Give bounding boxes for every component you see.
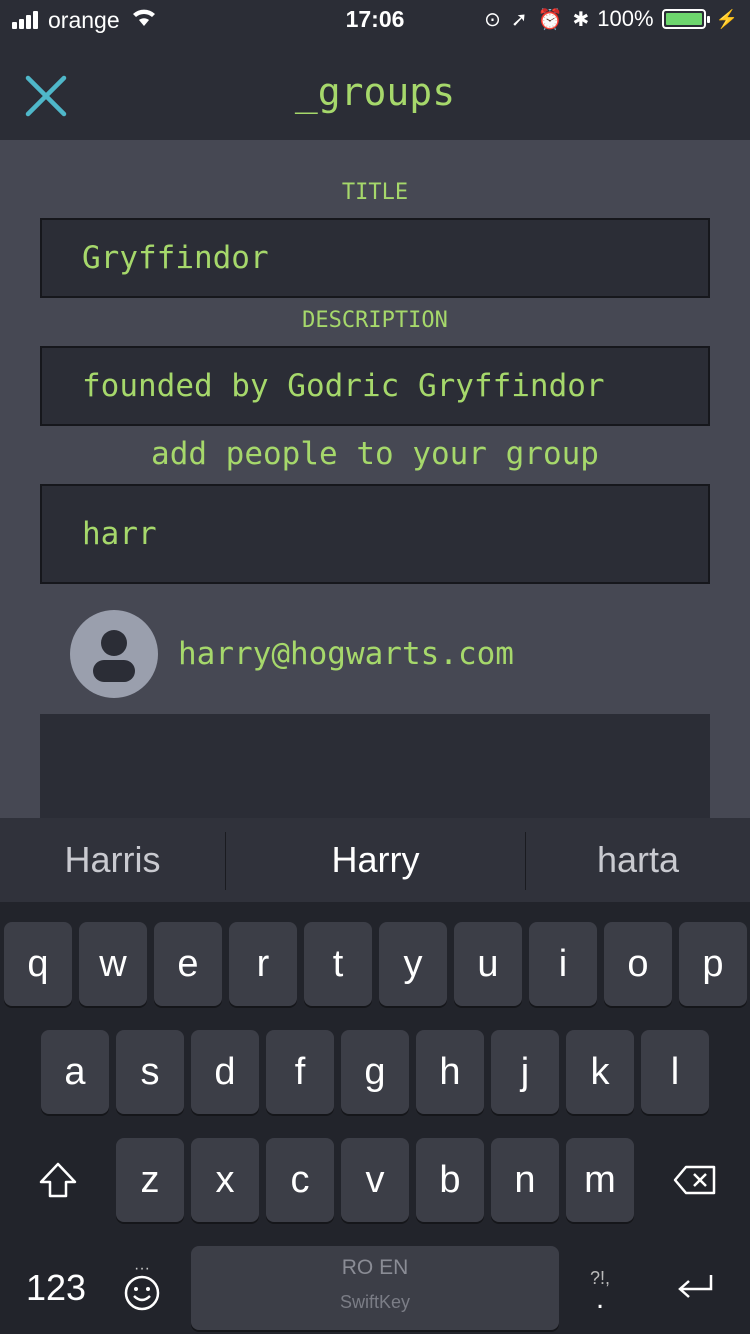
swiftkey-brand: SwiftKey: [339, 1292, 411, 1312]
battery-percent: 100%: [597, 6, 654, 31]
title-label: TITLE: [341, 180, 409, 205]
key-i[interactable]: i: [529, 922, 597, 1006]
key-h[interactable]: h: [416, 1030, 484, 1114]
title-input[interactable]: Gryffindor: [40, 218, 710, 298]
group-form: TITLE Gryffindor DESCRIPTION founded by …: [0, 140, 750, 824]
key-s[interactable]: s: [116, 1030, 184, 1114]
nav-bar: _groups: [0, 40, 750, 140]
key-j[interactable]: j: [491, 1030, 559, 1114]
user-avatar-icon: [70, 610, 158, 698]
add-people-label: add people to your group: [151, 436, 599, 472]
battery-icon: [661, 9, 710, 29]
key-v[interactable]: v: [341, 1138, 409, 1222]
return-icon: [678, 1275, 713, 1298]
punctuation-key[interactable]: ?!, .: [572, 1246, 628, 1330]
people-search-value: harr: [82, 516, 157, 552]
key-w[interactable]: w: [79, 922, 147, 1006]
key-l[interactable]: l: [641, 1030, 709, 1114]
key-z[interactable]: z: [116, 1138, 184, 1222]
alarm-icon: ⏰: [537, 8, 563, 31]
charging-icon: ⚡: [715, 8, 738, 29]
key-q[interactable]: q: [4, 922, 72, 1006]
description-input-value: founded by Godric Gryffindor: [82, 368, 605, 404]
key-d[interactable]: d: [191, 1030, 259, 1114]
key-b[interactable]: b: [416, 1138, 484, 1222]
backspace-key[interactable]: [655, 1138, 735, 1222]
location-icon: ➚: [510, 8, 528, 31]
return-key[interactable]: [655, 1246, 735, 1330]
key-k[interactable]: k: [566, 1030, 634, 1114]
title-input-value: Gryffindor: [82, 240, 269, 276]
key-p[interactable]: p: [679, 922, 747, 1006]
key-f[interactable]: f: [266, 1030, 334, 1114]
swiftkey-logo: SwiftKey: [191, 1292, 559, 1313]
key-e[interactable]: e: [154, 922, 222, 1006]
key-a[interactable]: a: [41, 1030, 109, 1114]
shift-key[interactable]: [20, 1138, 96, 1222]
key-g[interactable]: g: [341, 1030, 409, 1114]
key-y[interactable]: y: [379, 922, 447, 1006]
key-u[interactable]: u: [454, 922, 522, 1006]
suggestion-1[interactable]: Harris: [0, 818, 225, 902]
key-t[interactable]: t: [304, 922, 372, 1006]
key-r[interactable]: r: [229, 922, 297, 1006]
period-label: .: [595, 1281, 605, 1315]
suggestion-bar: Harris Harry harta: [0, 818, 750, 902]
status-right: ⊙ ➚ ⏰ ✱ 100% ⚡: [474, 6, 738, 32]
suggestion-3[interactable]: harta: [526, 818, 750, 902]
shift-icon: [39, 1162, 77, 1198]
key-c[interactable]: c: [266, 1138, 334, 1222]
key-o[interactable]: o: [604, 922, 672, 1006]
key-n[interactable]: n: [491, 1138, 559, 1222]
key-x[interactable]: x: [191, 1138, 259, 1222]
result-email: harry@hogwarts.com: [178, 636, 514, 672]
selected-members-list: [40, 714, 710, 824]
space-language: RO EN: [341, 1256, 409, 1279]
key-m[interactable]: m: [566, 1138, 634, 1222]
emoji-icon: [124, 1275, 160, 1311]
space-key[interactable]: RO EN SwiftKey: [191, 1246, 559, 1330]
description-label: DESCRIPTION: [302, 308, 448, 333]
emoji-key[interactable]: ···: [112, 1246, 172, 1330]
rotation-lock-icon: ⊙: [484, 8, 501, 31]
more-dots-icon: ···: [134, 1260, 150, 1277]
page-title: _groups: [294, 70, 456, 114]
description-input[interactable]: founded by Godric Gryffindor: [40, 346, 710, 426]
bluetooth-icon: ✱: [572, 8, 590, 31]
status-bar: orange 17:06 ⊙ ➚ ⏰ ✱ 100% ⚡: [0, 0, 750, 40]
people-search-input[interactable]: harr: [40, 484, 710, 584]
numbers-key[interactable]: 123: [14, 1246, 98, 1330]
suggestion-2[interactable]: Harry: [226, 818, 525, 902]
search-result-item[interactable]: harry@hogwarts.com: [70, 610, 710, 698]
backspace-icon: [673, 1165, 716, 1195]
keyboard: Harris Harry harta q w e r t y u i o p a…: [0, 818, 750, 1334]
